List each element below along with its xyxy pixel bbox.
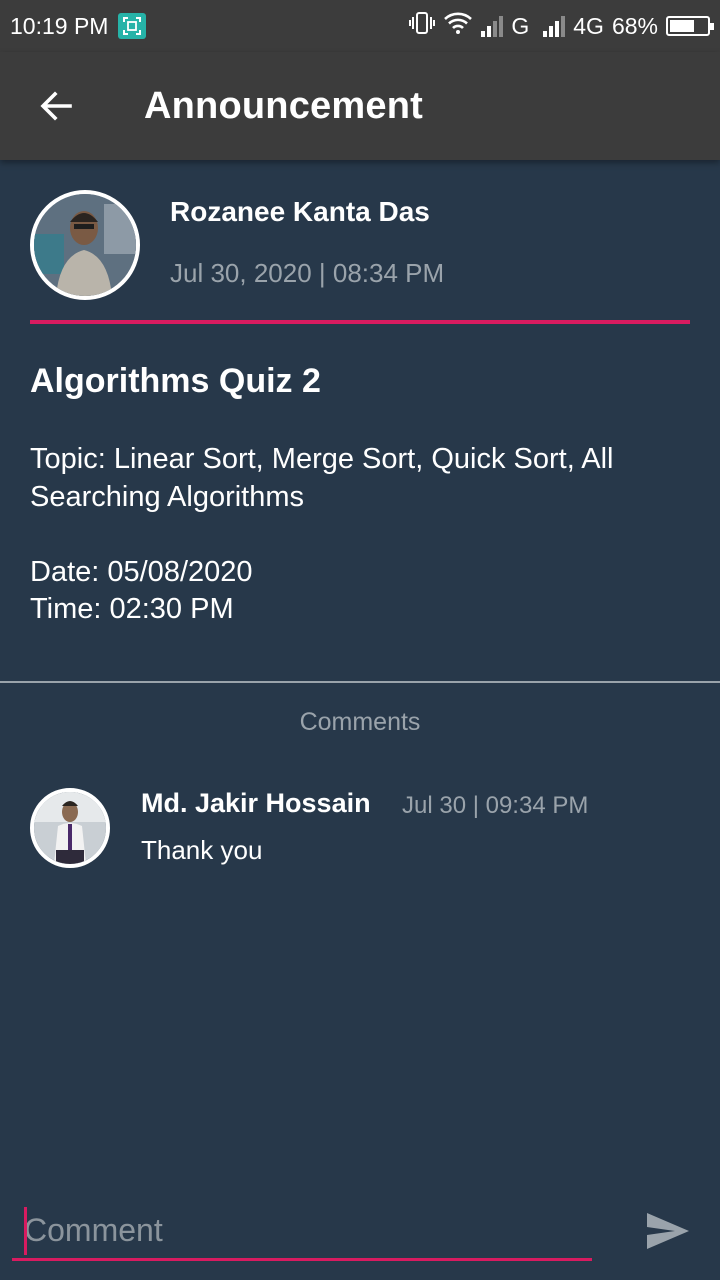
comment-input[interactable] (12, 1203, 592, 1258)
signal-icon (481, 15, 504, 37)
commenter-avatar[interactable] (30, 788, 110, 868)
author-name: Rozanee Kanta Das (170, 196, 430, 227)
vibrate-icon (409, 12, 436, 40)
post-date: Jul 30, 2020 | 08:34 PM (170, 258, 445, 288)
app-bar: Announcement (0, 52, 720, 160)
network-type-2: 4G (573, 12, 604, 39)
battery-icon (666, 16, 714, 36)
battery-percent: 68% (611, 12, 658, 39)
section-divider (0, 681, 720, 683)
signal-icon (543, 15, 566, 37)
comments-heading: Comments (299, 708, 421, 736)
status-time: 10:19 PM (10, 12, 109, 39)
wifi-icon (443, 12, 473, 40)
comment-text: Thank you (141, 835, 263, 865)
comment-input-container (12, 1203, 592, 1261)
send-button[interactable] (640, 1205, 696, 1257)
status-bar: 10:19 PM G 4G 68% (0, 0, 720, 52)
comment-time: Jul 30 | 09:34 PM (402, 792, 589, 819)
announcement-title: Algorithms Quiz 2 (30, 362, 321, 400)
back-button[interactable] (16, 66, 96, 146)
announcement-body: Topic: Linear Sort, Merge Sort, Quick So… (30, 443, 614, 625)
comment-author: Md. Jakir Hossain (141, 788, 371, 818)
send-icon (647, 1213, 689, 1249)
author-avatar[interactable] (30, 190, 140, 300)
network-type-1: G (511, 12, 530, 39)
arrow-left-icon (40, 91, 72, 121)
accent-divider (30, 320, 690, 324)
text-cursor (24, 1207, 27, 1255)
screenshot-icon (118, 13, 147, 39)
page-title: Announcement (144, 84, 423, 127)
